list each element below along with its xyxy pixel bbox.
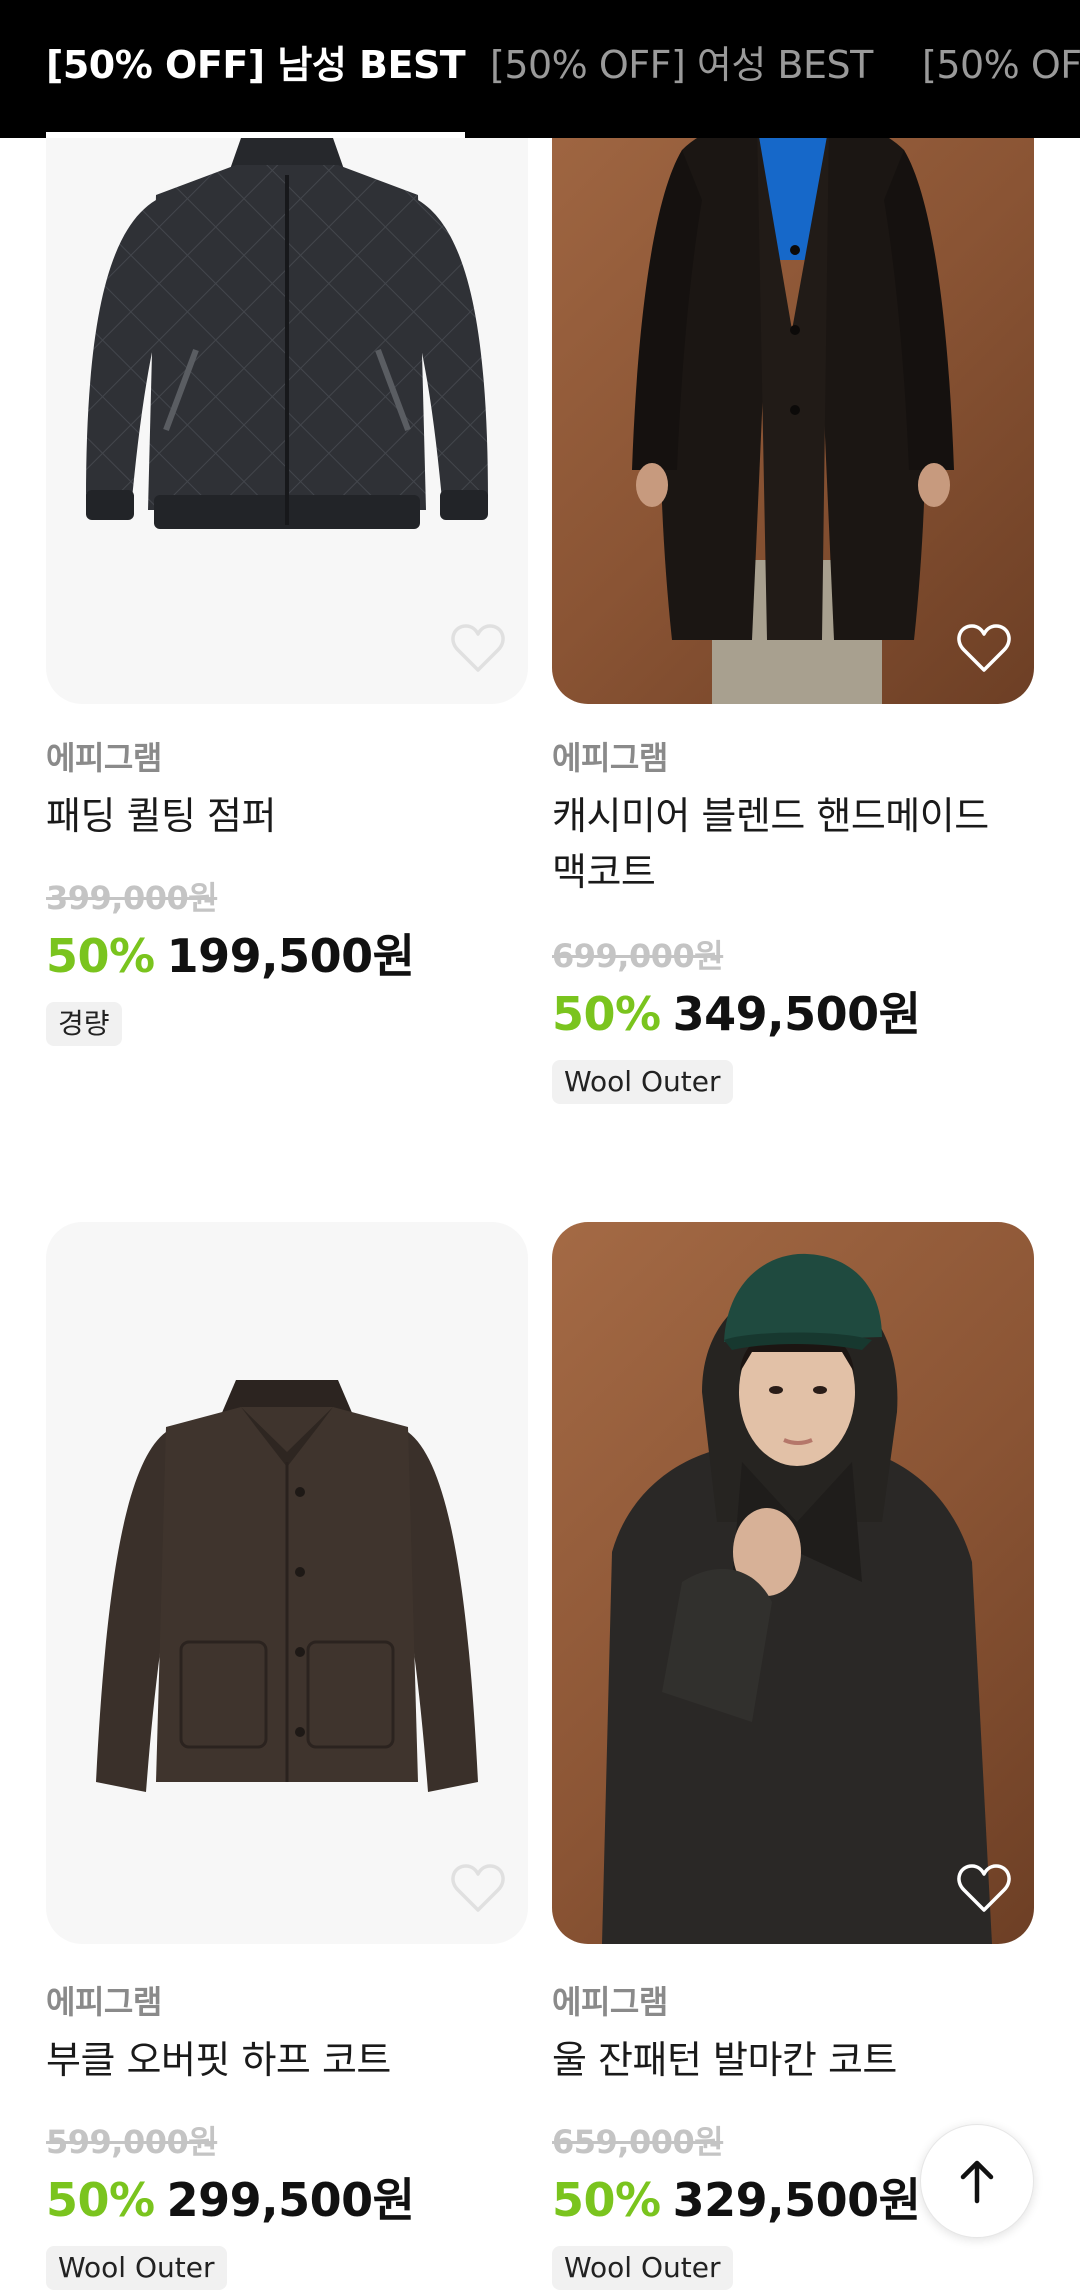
arrow-up-icon (960, 2160, 994, 2204)
product-tag: Wool Outer (552, 2246, 733, 2290)
original-price: 599,000원 (46, 2123, 218, 2161)
product-image[interactable] (46, 1222, 528, 1944)
sale-price: 299,500원 (166, 2173, 415, 2227)
sale-price: 329,500원 (672, 2173, 921, 2227)
scroll-top-button[interactable] (920, 2124, 1034, 2238)
boucle-coat-image (96, 1380, 478, 1792)
sale-price-line: 50% 329,500원 (552, 2164, 921, 2230)
product-tag: Wool Outer (552, 1060, 733, 1104)
product-name[interactable]: 부클 오버핏 하프 코트 (46, 2032, 528, 2088)
product-name[interactable]: 울 잔패턴 발마칸 코트 (552, 2032, 1034, 2088)
tab-women-best[interactable]: [50% OFF] 여성 BEST (490, 0, 873, 138)
discount-rate: 50% (552, 987, 661, 1041)
product-brand: 에피그램 (552, 1983, 668, 2021)
original-price: 399,000원 (46, 879, 218, 917)
product-card[interactable]: 에피그램 부클 오버핏 하프 코트 599,000원 50% 299,500원 W… (46, 1222, 528, 2290)
product-name[interactable]: 캐시미어 블렌드 핸드메이드 맥코트 (552, 788, 1032, 900)
sale-price-line: 50% 299,500원 (46, 2164, 415, 2230)
discount-rate: 50% (552, 2173, 661, 2227)
product-card[interactable]: 에피그램 울 잔패턴 발마칸 코트 659,000원 50% 329,500원 W… (552, 1222, 1034, 2290)
sale-price: 349,500원 (672, 987, 921, 1041)
category-tab-bar: [50% OFF] 남성 BEST [50% OFF] 여성 BEST [50%… (0, 0, 1080, 138)
tab-men-best[interactable]: [50% OFF] 남성 BEST (46, 0, 466, 138)
product-brand: 에피그램 (46, 1983, 162, 2021)
heart-outline-icon[interactable] (450, 1862, 506, 1914)
heart-outline-icon[interactable] (956, 1862, 1012, 1914)
active-tab-indicator (46, 132, 466, 138)
sale-price-line: 50% 199,500원 (46, 920, 415, 986)
tab-next[interactable]: [50% OFF] 아우터 (922, 0, 1080, 138)
product-name[interactable]: 패딩 퀼팅 점퍼 (46, 788, 528, 844)
model-balmacaan-image (602, 1253, 992, 1944)
tab-label: [50% OFF] 아우터 (922, 43, 1080, 87)
product-image[interactable] (552, 1222, 1034, 1944)
original-price: 699,000원 (552, 937, 724, 975)
heart-outline-icon[interactable] (450, 622, 506, 674)
product-tag: Wool Outer (46, 2246, 227, 2290)
sale-price: 199,500원 (166, 929, 415, 983)
product-brand: 에피그램 (46, 739, 162, 777)
heart-outline-icon[interactable] (956, 622, 1012, 674)
sale-price-line: 50% 349,500원 (552, 978, 921, 1044)
product-brand: 에피그램 (552, 739, 668, 777)
discount-rate: 50% (46, 2173, 155, 2227)
product-tag: 경량 (46, 1002, 122, 1046)
tab-label: [50% OFF] 남성 BEST (46, 43, 466, 87)
tab-label: [50% OFF] 여성 BEST (490, 43, 873, 87)
discount-rate: 50% (46, 929, 155, 983)
original-price: 659,000원 (552, 2123, 724, 2161)
